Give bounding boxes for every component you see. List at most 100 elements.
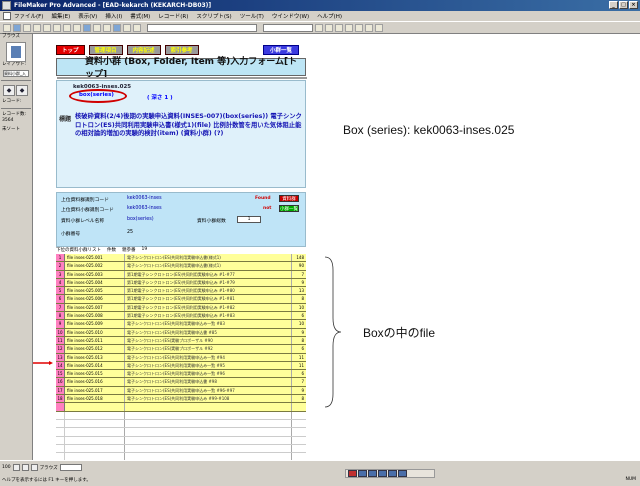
minimize-button[interactable]: _ xyxy=(609,1,618,9)
zoom-out-icon[interactable] xyxy=(12,464,20,471)
row-id: file inses-025.005 xyxy=(65,287,125,295)
empty-row[interactable] xyxy=(56,403,306,412)
cut-icon[interactable] xyxy=(43,23,51,32)
upper-code-field[interactable]: kek0063-inses xyxy=(127,196,162,201)
row-number: 17 xyxy=(56,386,65,395)
table-row[interactable]: 16 file inses-025.016 電子シンクロトロン(ES)共同利用実験申… xyxy=(56,378,306,387)
row-count: 11 xyxy=(298,354,304,360)
close-button[interactable]: × xyxy=(629,1,638,9)
scrollbar[interactable] xyxy=(59,464,82,471)
list-header-total: 19 xyxy=(141,247,148,252)
menu-format[interactable]: 書式(M) xyxy=(130,12,150,20)
text-color-icon[interactable] xyxy=(375,23,383,32)
new-icon[interactable] xyxy=(3,23,11,32)
row-title xyxy=(125,419,292,428)
maximize-button[interactable]: □ xyxy=(619,1,628,9)
nav-top-button[interactable]: トップ xyxy=(56,45,85,55)
table-row[interactable]: 1 file inses-025.001 電子シンクロトロン(ES)共同利用実験申込… xyxy=(56,254,306,263)
table-row[interactable]: 11 file inses-025.011 電子シンクロトロン(ES)実験プロポーザ… xyxy=(56,336,306,346)
menu-tools[interactable]: ツール(T) xyxy=(240,12,264,20)
align-center-icon[interactable] xyxy=(355,23,363,32)
table-row[interactable]: 7 file inses-025.007 第1期電子シンクロトロン(ES)共同利用実… xyxy=(56,303,306,313)
layout-icon[interactable] xyxy=(113,23,121,32)
table-row[interactable]: 4 file inses-025.004 第1期電子シンクロトロン(ES)共同利用実… xyxy=(56,278,306,288)
row-title xyxy=(125,444,292,453)
table-row[interactable]: 5 file inses-025.005 第1期電子シンクロトロン(ES)共同利用実… xyxy=(56,287,306,296)
print-icon[interactable] xyxy=(33,23,41,32)
table-row[interactable]: 10 file inses-025.010 電子シンクロトロン(ES)共同利用実験申… xyxy=(56,328,306,337)
undo-icon[interactable] xyxy=(73,23,81,32)
ime-help-icon[interactable] xyxy=(398,470,407,477)
status-toggle-icon[interactable] xyxy=(30,464,38,471)
row-id: file inses-025.014 xyxy=(65,361,125,370)
level-field[interactable]: box(series) xyxy=(79,92,114,98)
menu-window[interactable]: ウインドウ(W) xyxy=(272,12,309,20)
menu-scripts[interactable]: スクリプト(S) xyxy=(196,12,231,20)
next-record-icon[interactable]: ◆ xyxy=(16,85,28,96)
table-row[interactable]: 14 file inses-025.014 電子シンクロトロン(ES)共同利用実験申… xyxy=(56,361,306,371)
underline-icon[interactable] xyxy=(335,23,343,32)
italic-icon[interactable] xyxy=(325,23,333,32)
table-row[interactable]: 3 file inses-025.003 第1期電子シンクロトロン(ES)共同利用実… xyxy=(56,270,306,279)
table-row[interactable]: 6 file inses-025.006 第1期電子シンクロトロン(ES)共同利用実… xyxy=(56,295,306,304)
table-row[interactable]: 2 file inses-025.002 電子シンクロトロン(ES)共同利用実験申込… xyxy=(56,262,306,271)
ime-mode-icon[interactable] xyxy=(348,470,357,477)
level-value[interactable]: box(series) xyxy=(127,217,154,222)
not-found-label: not xyxy=(263,206,272,211)
count-field[interactable]: 1 xyxy=(237,216,261,223)
bold-icon[interactable] xyxy=(315,23,323,32)
menu-edit[interactable]: 編集(E) xyxy=(51,12,70,20)
table-row[interactable]: 15 file inses-025.015 電子シンクロトロン(ES)共同利用実験申… xyxy=(56,370,306,379)
size-select[interactable] xyxy=(263,23,313,32)
help-icon[interactable] xyxy=(133,23,141,32)
font-select[interactable] xyxy=(147,23,257,32)
sort-icon[interactable] xyxy=(83,23,91,32)
row-number: 4 xyxy=(56,278,65,287)
table-row[interactable]: 13 file inses-025.013 電子シンクロトロン(ES)共同利用実験申… xyxy=(56,353,306,362)
copy-icon[interactable] xyxy=(53,23,61,32)
row-title xyxy=(125,436,292,444)
table-row[interactable]: 17 file inses-025.017 電子シンクロトロン(ES)共同利用実験申… xyxy=(56,386,306,396)
table-row[interactable]: 12 file inses-025.012 電子シンクロトロン(ES)実験プロポーザ… xyxy=(56,345,306,354)
menu-records[interactable]: レコード(R) xyxy=(158,12,188,20)
order-field[interactable]: 25 xyxy=(127,230,133,235)
table-row[interactable]: 9 file inses-025.009 電子シンクロトロン(ES)共同利用実験申込… xyxy=(56,320,306,329)
records-icon[interactable] xyxy=(103,23,111,32)
find-icon[interactable] xyxy=(93,23,101,32)
align-left-icon[interactable] xyxy=(345,23,353,32)
menu-view[interactable]: 表示(V) xyxy=(78,12,97,20)
prev-record-icon[interactable]: ◆ xyxy=(3,85,15,96)
layout-label: レイアウト: xyxy=(2,62,27,67)
entry-form: トップ 管理項目 内容記述 索引参考 小群一覧 資料小群 (Box, Folde… xyxy=(33,34,338,470)
row-number xyxy=(56,419,65,428)
divider xyxy=(1,80,31,81)
menu-insert[interactable]: 挿入(I) xyxy=(105,12,122,20)
menu-file[interactable]: ファイル(F) xyxy=(14,12,43,20)
row-number: 1 xyxy=(56,254,65,262)
spell-icon[interactable] xyxy=(123,23,131,32)
row-title: 電子シンクロトロン(ES)実験プロポーザル #90 xyxy=(125,336,292,345)
book-icon[interactable] xyxy=(6,42,26,62)
record-label: レコード: xyxy=(2,99,22,104)
row-id: file inses-025.013 xyxy=(65,353,125,361)
row-title: 第1期電子シンクロトロン(ES)共同利用実験申込み #1-#81 xyxy=(125,295,292,303)
upper-small-field[interactable]: kek0063-inses xyxy=(127,206,162,211)
paste-icon[interactable] xyxy=(63,23,71,32)
row-count: 9 xyxy=(301,279,304,285)
ime-convert-icon[interactable] xyxy=(368,470,377,477)
layout-select[interactable]: 資料小群_入 xyxy=(3,70,29,77)
menu-help[interactable]: ヘルプ(H) xyxy=(317,12,342,20)
save-icon[interactable] xyxy=(23,23,31,32)
page-title: 資料小群 (Box, Folder, Item 等)入力フォーム[トップ] xyxy=(56,57,307,80)
ime-input-icon[interactable] xyxy=(358,470,367,477)
open-icon[interactable] xyxy=(13,23,21,32)
ime-dict-icon[interactable] xyxy=(388,470,397,477)
zoom-in-icon[interactable] xyxy=(21,464,29,471)
collection-button[interactable]: 資料群 xyxy=(279,195,299,202)
table-row[interactable]: 8 file inses-025.008 第1期電子シンクロトロン(ES)共同利用実… xyxy=(56,312,306,321)
align-right-icon[interactable] xyxy=(365,23,373,32)
ime-pad-icon[interactable] xyxy=(378,470,387,477)
subgroup-list-button[interactable]: 小群一覧 xyxy=(279,205,299,212)
row-id xyxy=(65,436,125,444)
table-row[interactable]: 18 file inses-025.018 電子シンクロトロン(ES)共同利用実験申… xyxy=(56,395,306,404)
